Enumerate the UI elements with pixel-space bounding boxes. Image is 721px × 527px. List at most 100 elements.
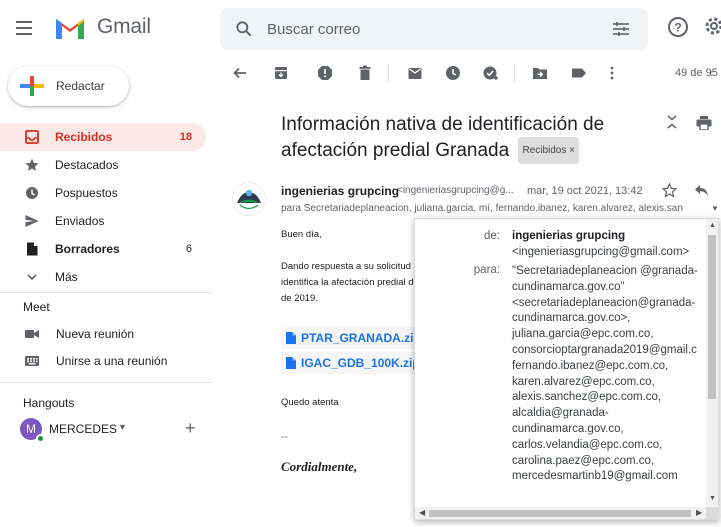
keyboard-icon (25, 356, 39, 366)
send-icon (25, 215, 39, 227)
delete-icon[interactable] (357, 65, 373, 81)
scroll-down-arrow-icon[interactable]: ▼ (709, 495, 716, 502)
to-label: para: (473, 264, 500, 276)
search-input[interactable]: Buscar correo (267, 21, 360, 38)
email-body-line: identifica la afectación predial del (281, 277, 421, 288)
draft-count-badge: 6 (185, 243, 192, 255)
sidebar-item-label: Enviados (55, 214, 105, 228)
signature-separator: -- (281, 432, 288, 443)
vertical-scrollbar[interactable]: ▲ ▼ (706, 219, 718, 507)
attachment-name: IGAC_GDB_100K.zip (301, 356, 420, 370)
from-label: de: (484, 230, 500, 242)
sidebar-item-inbox[interactable]: Recibidos 18 (0, 123, 206, 151)
expand-all-icon[interactable] (665, 114, 679, 130)
email-subject: Información nativa de identificación de … (281, 112, 661, 164)
scrollbar-corner (706, 507, 718, 519)
archive-icon[interactable] (273, 65, 289, 81)
sender-name[interactable]: ingenierias grupcing (281, 184, 399, 198)
star-icon (25, 158, 39, 171)
vertical-scroll-thumb[interactable] (708, 235, 716, 399)
recipient-details-popup[interactable]: de: ingenierias grupcing <ingenieriasgru… (414, 218, 719, 520)
sidebar-item-label: Destacados (55, 158, 119, 172)
email-closing: Quedo atenta (281, 397, 339, 408)
hangouts-user-name[interactable]: MERCEDES (49, 422, 117, 436)
attachment-link[interactable]: IGAC_GDB_100K.zip (281, 352, 420, 374)
email-body-line: Dando respuesta a su solicitud se (281, 261, 424, 272)
popup-content: de: ingenierias grupcing <ingenieriasgru… (415, 219, 707, 507)
join-meeting-link[interactable]: Unirse a una reunión (0, 348, 200, 374)
message-date: mar, 19 oct 2021, 13:42 (527, 185, 643, 197)
search-bar[interactable]: Buscar correo (220, 8, 648, 50)
message-toolbar: 49 de 95 ‹ (220, 60, 721, 88)
star-outline-icon[interactable] (662, 183, 677, 198)
search-icon[interactable] (234, 19, 254, 39)
move-to-folder-icon[interactable] (532, 65, 548, 81)
file-icon (286, 357, 296, 369)
scroll-right-arrow-icon[interactable]: ▶ (696, 508, 702, 517)
chevron-down-icon (27, 274, 37, 281)
sidebar-item-starred[interactable]: Destacados (0, 151, 206, 179)
snooze-clock-icon[interactable] (445, 65, 461, 81)
scroll-up-arrow-icon[interactable]: ▲ (709, 222, 716, 229)
svg-text:?: ? (674, 21, 681, 35)
app-name[interactable]: Gmail (97, 15, 151, 39)
email-greeting: Buen día, (281, 229, 322, 240)
sidebar-item-label: Pospuestos (55, 186, 118, 200)
hangouts-section-title: Hangouts (23, 396, 75, 410)
add-contact-icon[interactable]: + (185, 418, 196, 439)
inbox-icon (25, 130, 39, 144)
caret-down-icon[interactable]: ▼ (118, 422, 127, 432)
email-body-line: de 2019. (281, 293, 318, 304)
file-icon (286, 332, 296, 344)
attachment-link[interactable]: PTAR_GRANADA.zip (281, 327, 421, 349)
sidebar-item-more[interactable]: Más (0, 263, 206, 291)
sidebar-divider (0, 382, 212, 383)
attachment-name: PTAR_GRANADA.zip (301, 331, 421, 345)
horizontal-scrollbar[interactable]: ◀ ▶ (415, 507, 706, 519)
compose-plus-icon (20, 76, 44, 96)
reply-icon[interactable] (694, 184, 709, 197)
show-details-caret-icon[interactable]: ▼ (711, 204, 719, 213)
horizontal-scroll-thumb[interactable] (429, 510, 691, 517)
meet-section-title: Meet (23, 300, 50, 314)
new-meeting-label: Nueva reunión (56, 327, 135, 341)
details-sender-name: ingenierias grupcing (512, 230, 626, 242)
chevron-left-icon[interactable]: ‹ (709, 66, 713, 80)
gmail-logo-icon[interactable] (54, 14, 86, 40)
compose-button[interactable]: Redactar (8, 66, 129, 106)
settings-gear-icon[interactable] (703, 15, 721, 37)
sidebar-item-label: Más (55, 270, 78, 284)
inbox-label-chip[interactable]: Recibidos × (518, 137, 579, 164)
sidebar-item-label: Borradores (55, 242, 120, 256)
join-meeting-label: Unirse a una reunión (56, 354, 168, 368)
details-sender-email: <ingenieriasgrupcing@gmail.com> (512, 246, 690, 258)
clock-icon (26, 187, 38, 199)
sender-email: <ingenieriasgrupcing@g... (397, 185, 514, 196)
email-signoff: Cordialmente, (281, 459, 358, 474)
scroll-left-arrow-icon[interactable]: ◀ (419, 508, 425, 517)
main-menu-icon[interactable] (13, 16, 37, 40)
new-meeting-link[interactable]: Nueva reunión (0, 321, 200, 347)
report-spam-icon[interactable] (317, 65, 333, 81)
sidebar-item-label: Recibidos (55, 130, 113, 144)
sidebar-divider (0, 292, 212, 293)
draft-icon (27, 242, 38, 256)
search-options-icon[interactable] (612, 20, 630, 38)
online-status-dot (36, 434, 45, 443)
sidebar-item-snoozed[interactable]: Pospuestos (0, 179, 206, 207)
label-tag-icon[interactable] (571, 65, 587, 81)
mark-unread-icon[interactable] (407, 65, 423, 81)
add-to-tasks-icon[interactable] (483, 65, 499, 81)
more-options-icon[interactable] (604, 65, 620, 81)
back-arrow-icon[interactable] (232, 65, 248, 81)
unread-count-badge: 18 (179, 131, 192, 143)
sender-avatar[interactable] (232, 182, 266, 216)
sidebar-item-drafts[interactable]: Borradores 6 (0, 235, 206, 263)
video-camera-icon (25, 330, 39, 338)
top-bar: Gmail Buscar correo ? (0, 0, 721, 56)
print-icon[interactable] (696, 116, 712, 130)
toolbar-separator (388, 64, 389, 82)
help-icon[interactable]: ? (667, 16, 689, 38)
sidebar-item-sent[interactable]: Enviados (0, 207, 206, 235)
compose-label: Redactar (56, 79, 105, 93)
